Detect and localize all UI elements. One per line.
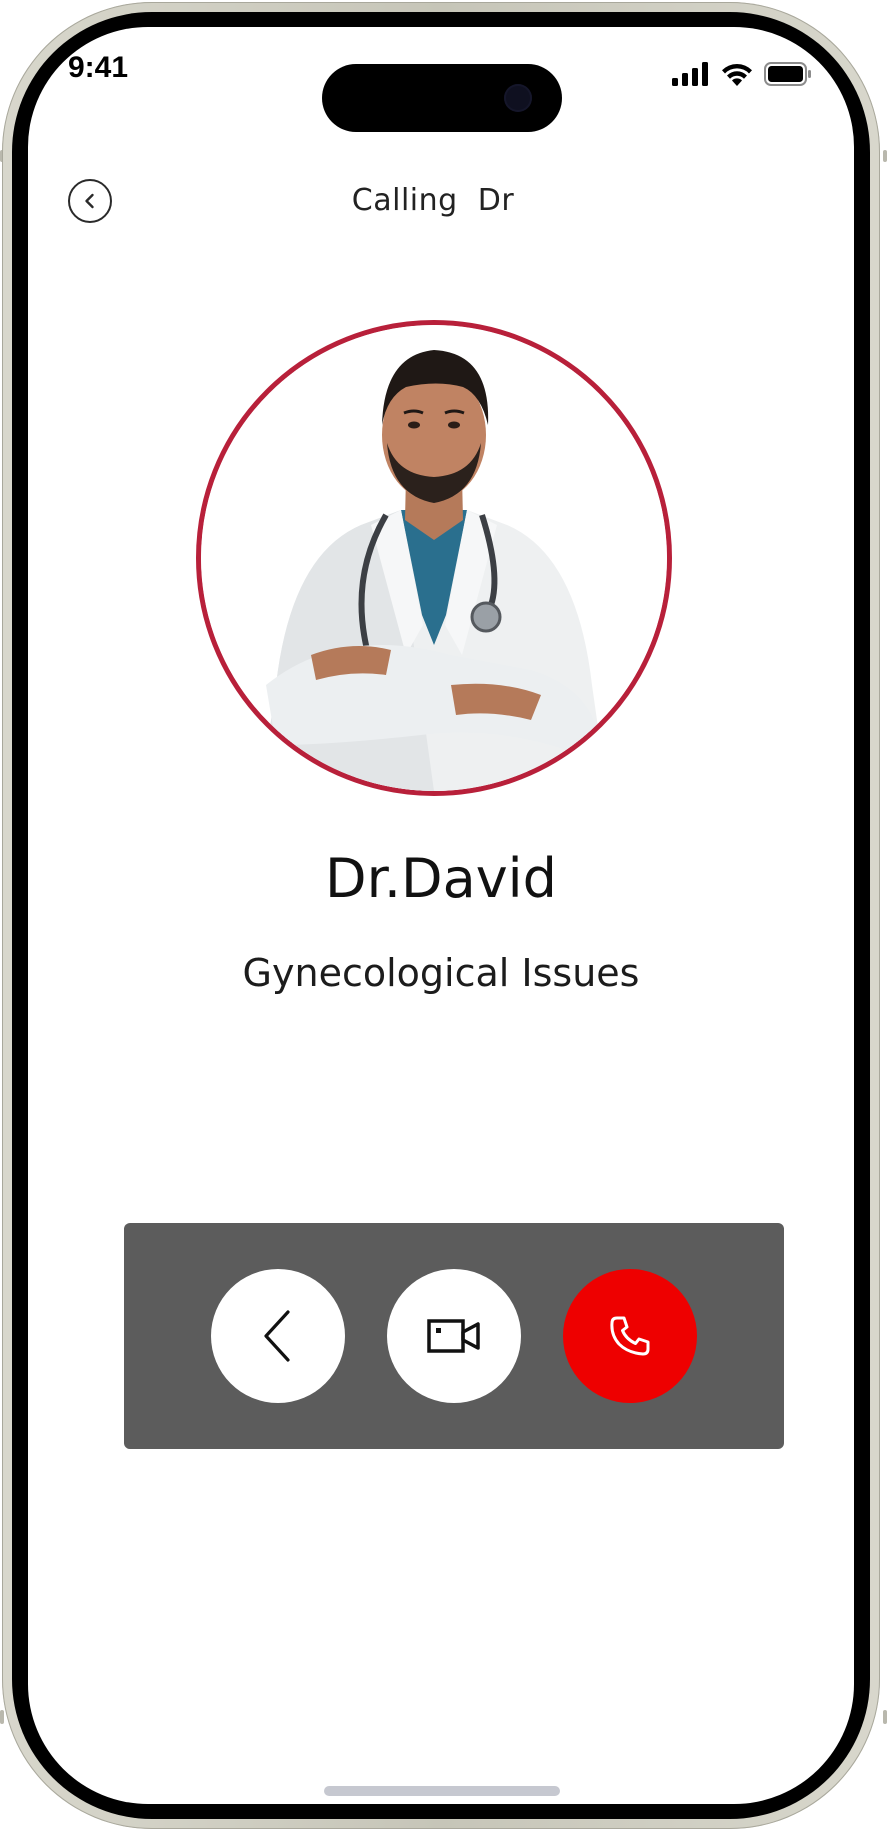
- phone-screen: 9:41 Calling Dr Dr.David Gynecological I…: [28, 27, 854, 1804]
- wifi-icon: [722, 63, 752, 86]
- end-call-button[interactable]: [563, 1269, 697, 1403]
- phone-hangup-icon: [610, 1316, 650, 1356]
- chevron-left-icon: [264, 1310, 290, 1362]
- back-button[interactable]: [211, 1269, 345, 1403]
- doctor-avatar: [196, 320, 672, 796]
- home-indicator[interactable]: [324, 1786, 560, 1796]
- doctor-specialty: Gynecological Issues: [242, 951, 640, 995]
- phone-bezel: 9:41 Calling Dr Dr.David Gynecological I…: [12, 12, 870, 1819]
- app-canvas: 9:41 Calling Dr Dr.David Gynecological I…: [0, 0, 890, 1833]
- dynamic-island: [322, 64, 562, 132]
- doctor-name: Dr.David: [325, 847, 557, 910]
- side-button-left-2: [0, 1710, 4, 1724]
- phone-frame: 9:41 Calling Dr Dr.David Gynecological I…: [2, 2, 880, 1829]
- cellular-signal-icon: [672, 62, 708, 86]
- status-time: 9:41: [68, 51, 129, 84]
- video-camera-icon: [427, 1319, 480, 1353]
- status-icons: [672, 61, 812, 87]
- page-title: Calling Dr: [351, 183, 515, 218]
- doctor-photo: [201, 325, 667, 791]
- call-controls-panel: [124, 1223, 784, 1449]
- side-button-right-1: [883, 150, 887, 162]
- front-camera-icon: [504, 84, 532, 112]
- call-header: Calling Dr: [28, 167, 854, 237]
- video-call-button[interactable]: [387, 1269, 521, 1403]
- side-button-right-2: [883, 1710, 887, 1724]
- battery-icon: [764, 62, 811, 86]
